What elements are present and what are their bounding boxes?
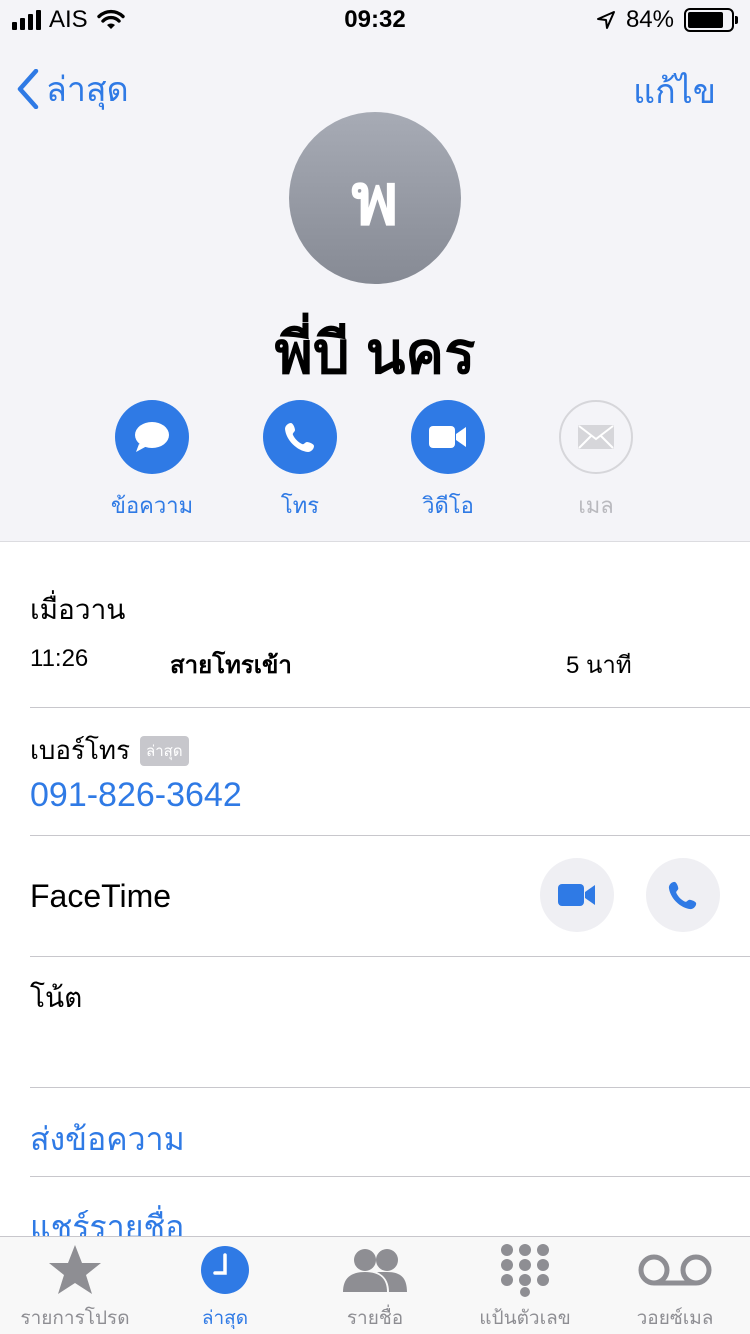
facetime-label: FaceTime <box>30 878 172 914</box>
status-right: 84% <box>596 6 738 34</box>
mail-action-circle[interactable] <box>559 400 633 474</box>
phone-number-link[interactable]: 091-826-3642 <box>30 776 242 815</box>
tab-label: รายการโปรด <box>20 1308 130 1329</box>
tab-label: แป้นตัวเลข <box>479 1308 571 1329</box>
mail-action-label: เมล <box>578 493 614 518</box>
tab-voicemail[interactable]: วอยซ์เมล <box>600 1237 750 1334</box>
clock-icon <box>201 1246 249 1294</box>
message-action-circle[interactable] <box>115 400 189 474</box>
phone-label-row: เบอร์โทร ล่าสุด <box>30 730 189 771</box>
message-action-label: ข้อความ <box>110 493 194 518</box>
call-action-circle[interactable] <box>263 400 337 474</box>
tab-contacts[interactable]: รายชื่อ <box>300 1237 450 1334</box>
send-message-link[interactable]: ส่งข้อความ <box>30 1114 185 1165</box>
location-arrow-icon <box>596 11 615 29</box>
contacts-icon <box>343 1249 407 1292</box>
notes-field[interactable]: โน้ต <box>30 976 82 1020</box>
mail-action-button[interactable]: เมล <box>521 400 671 523</box>
video-action-button[interactable]: วิดีโอ <box>373 400 523 523</box>
call-action-button[interactable]: โทร <box>225 400 375 523</box>
edit-button[interactable]: แก้ไข <box>633 64 716 118</box>
divider <box>30 1087 750 1088</box>
message-action-button[interactable]: ข้อความ <box>77 400 227 523</box>
chevron-left-icon <box>17 69 39 109</box>
tab-label: วอยซ์เมล <box>636 1308 714 1329</box>
divider <box>30 956 750 957</box>
keypad-icon <box>501 1244 549 1297</box>
facetime-video-button[interactable] <box>540 858 614 932</box>
phone-icon <box>668 881 697 910</box>
avatar-initial: พ <box>351 159 399 240</box>
status-bar: AIS 09:32 84% <box>0 0 750 40</box>
video-action-label: วิดีโอ <box>422 493 474 518</box>
battery-icon <box>684 8 738 32</box>
phone-icon <box>285 423 314 452</box>
recent-badge: ล่าสุด <box>140 735 189 766</box>
phone-label: เบอร์โทร <box>30 735 131 765</box>
battery-level <box>688 12 724 28</box>
contact-name: พี่บี นคร <box>274 321 476 386</box>
tab-label: รายชื่อ <box>346 1308 404 1329</box>
call-action-label: โทร <box>280 493 320 518</box>
video-icon <box>558 884 595 906</box>
tab-label: ล่าสุด <box>201 1308 249 1329</box>
divider <box>30 707 750 708</box>
video-icon <box>429 426 466 448</box>
recent-call-day: เมื่อวาน <box>30 594 126 625</box>
message-icon <box>135 422 169 452</box>
back-label: ล่าสุด <box>46 71 129 109</box>
recent-call-type: สายโทรเข้า <box>170 652 292 679</box>
avatar: พ <box>289 112 461 284</box>
mail-icon <box>578 425 614 449</box>
tab-bar: รายการโปรด ล่าสุด รายชื่อ แป้นตัวเลข วอย… <box>0 1236 750 1334</box>
tab-keypad[interactable]: แป้นตัวเลข <box>450 1237 600 1334</box>
voicemail-icon <box>638 1254 712 1286</box>
facetime-audio-button[interactable] <box>646 858 720 932</box>
star-icon <box>49 1245 101 1294</box>
recent-call-duration: 5 นาที <box>566 652 632 679</box>
recent-call-time: 11:26 <box>30 645 89 672</box>
tab-recents[interactable]: ล่าสุด <box>150 1237 300 1334</box>
divider <box>30 835 750 836</box>
divider <box>30 1176 750 1177</box>
back-button[interactable]: ล่าสุด <box>16 62 129 116</box>
battery-percent: 84% <box>625 6 674 33</box>
video-action-circle[interactable] <box>411 400 485 474</box>
tab-favorites[interactable]: รายการโปรด <box>0 1237 150 1334</box>
